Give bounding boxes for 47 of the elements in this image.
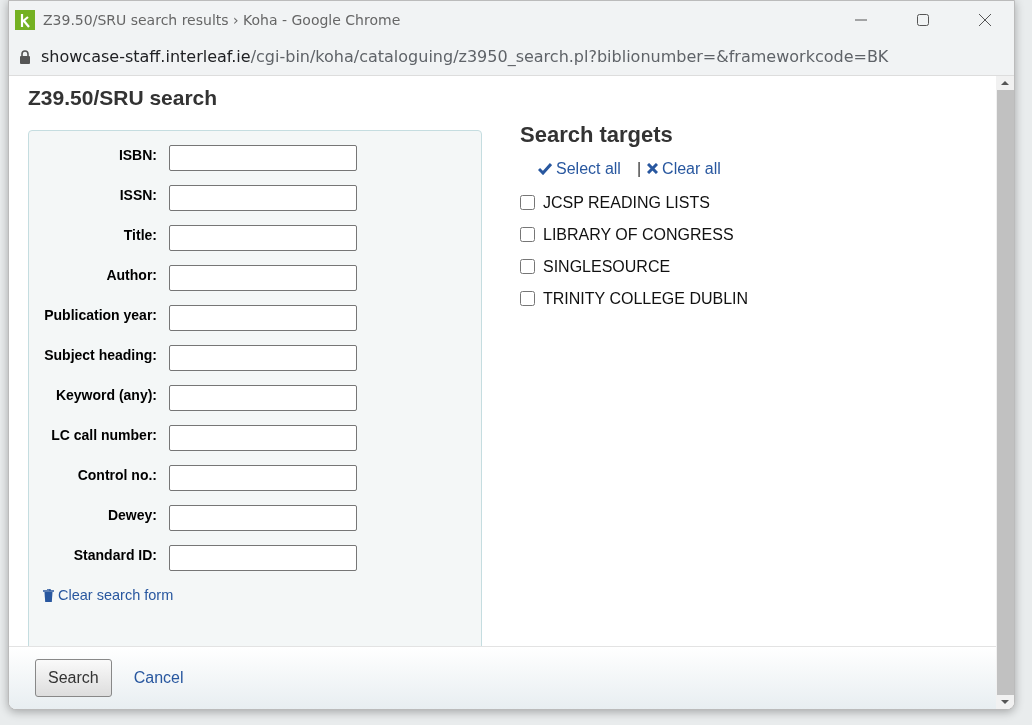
trash-icon — [43, 588, 54, 602]
close-icon[interactable] — [978, 13, 992, 27]
field-label: Author: — [105, 265, 157, 284]
field-label: Keyword (any): — [54, 385, 157, 404]
input-field[interactable] — [169, 464, 357, 491]
scrollbar[interactable] — [996, 76, 1014, 709]
input-field[interactable] — [169, 344, 357, 371]
target-label: JCSP READING LISTS — [543, 192, 710, 213]
field-label: Subject heading: — [43, 345, 157, 364]
input-field[interactable] — [169, 544, 357, 571]
field-label: ISBN: — [117, 145, 157, 164]
target-label: LIBRARY OF CONGRESS — [543, 224, 734, 245]
field-label: Dewey: — [106, 505, 157, 524]
input-field[interactable] — [169, 184, 357, 211]
separator-text: | — [636, 158, 642, 179]
select-all-link[interactable]: Select all — [538, 156, 621, 181]
checkbox[interactable] — [520, 291, 535, 306]
field-label: Title: — [122, 225, 157, 244]
input-field[interactable] — [169, 304, 357, 331]
window-title: Z39.50/SRU search results › Koha - Google Chrome — [43, 10, 401, 30]
cancel-link[interactable]: Cancel — [133, 666, 184, 690]
input-field[interactable] — [169, 504, 357, 531]
field-label: Standard ID: — [72, 545, 157, 564]
field-label: LC call number: — [50, 425, 157, 444]
page-heading: Z39.50/SRU search — [28, 85, 219, 111]
checkbox[interactable] — [520, 195, 535, 210]
checkmark-icon — [538, 162, 552, 175]
input-field[interactable] — [169, 144, 357, 171]
field-label: Publication year: — [43, 305, 157, 324]
search-button[interactable]: Search — [35, 659, 112, 697]
koha-logo-icon — [15, 10, 35, 30]
input-field[interactable] — [169, 424, 357, 451]
section-heading: Search targets — [520, 120, 674, 149]
target-label: TRINITY COLLEGE DUBLIN — [543, 288, 749, 309]
checkbox[interactable] — [520, 227, 535, 242]
maximize-icon[interactable] — [916, 13, 930, 27]
input-field[interactable] — [169, 264, 357, 291]
input-field[interactable] — [169, 224, 357, 251]
field-label: Control no.: — [76, 465, 157, 484]
clear-search-form-link[interactable]: Clear search form — [43, 584, 174, 607]
checkbox[interactable] — [520, 259, 535, 274]
clear-all-link[interactable]: Clear all — [647, 156, 721, 181]
input-field[interactable] — [169, 384, 357, 411]
lock-icon — [19, 50, 31, 64]
field-label: ISSN: — [118, 185, 157, 204]
x-icon — [647, 163, 659, 174]
target-label: SINGLESOURCE — [543, 256, 671, 277]
